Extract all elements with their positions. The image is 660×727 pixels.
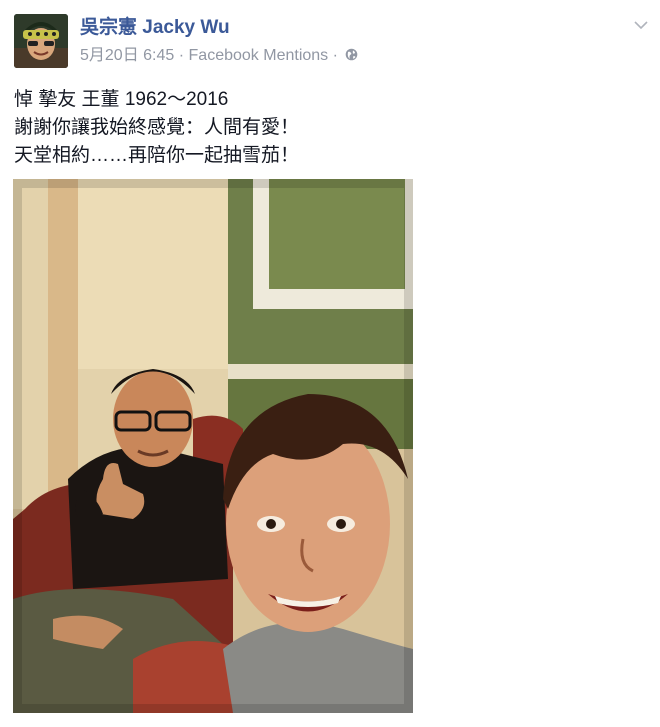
meta-separator: · <box>332 47 338 64</box>
post-source[interactable]: Facebook Mentions <box>189 47 329 64</box>
chevron-down-icon[interactable] <box>632 18 650 32</box>
post-meta: 5月20日 6:45 · Facebook Mentions · <box>80 45 358 67</box>
meta-separator: · <box>178 47 185 64</box>
avatar-image <box>14 14 68 68</box>
globe-icon[interactable] <box>345 48 358 61</box>
post-timestamp[interactable]: 5月20日 6:45 <box>80 47 174 64</box>
post-text: 悼 摯友 王董 1962～2016 謝謝你讓我始終感覺：人間有愛！ 天堂相約……… <box>14 86 634 170</box>
author-name[interactable]: 吳宗憲 Jacky Wu <box>80 16 230 40</box>
facebook-post: 吳宗憲 Jacky Wu 5月20日 6:45 · Facebook Menti… <box>0 0 660 727</box>
post-text-line: 天堂相約……再陪你一起抽雪茄！ <box>14 145 300 166</box>
post-text-line: 悼 摯友 王董 1962～2016 <box>14 89 229 110</box>
post-photo[interactable] <box>13 179 413 713</box>
post-text-line: 謝謝你讓我始終感覺：人間有愛！ <box>14 117 300 138</box>
author-avatar[interactable] <box>14 14 68 68</box>
selfie-photo <box>13 179 413 713</box>
